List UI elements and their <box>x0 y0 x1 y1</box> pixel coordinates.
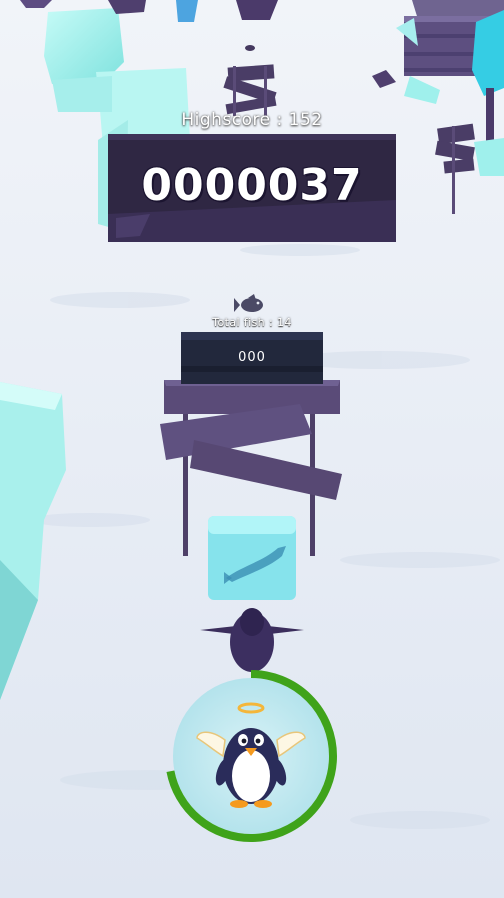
player-penguin <box>200 608 304 672</box>
fish-counter: 000 <box>238 350 266 365</box>
score-counter: 0000037 <box>141 160 363 211</box>
angel-ability-button[interactable] <box>163 668 339 844</box>
total-fish-label: Total fish : 14 <box>212 316 292 329</box>
highscore-label: Highscore : 152 <box>181 110 323 130</box>
fish-icon <box>234 294 263 312</box>
ice-block-fish <box>208 516 296 600</box>
